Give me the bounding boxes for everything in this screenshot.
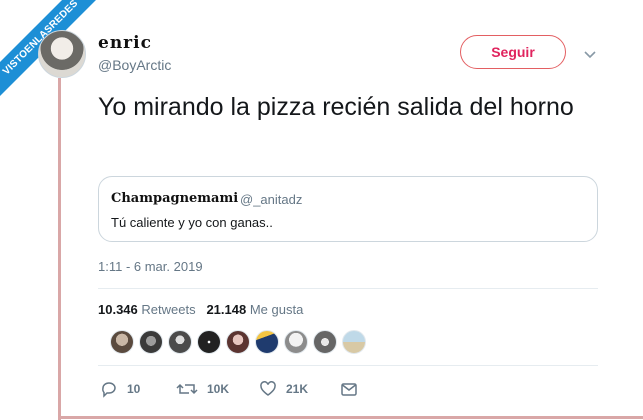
quoted-text: Tú caliente y yo con ganas..	[111, 215, 273, 230]
engagement-stats: 10.346 Retweets 21.148 Me gusta	[98, 302, 303, 317]
author-avatar[interactable]	[38, 30, 86, 78]
author-handle[interactable]: @BoyArctic	[98, 57, 171, 73]
like-action[interactable]: 21K	[259, 380, 308, 398]
follow-button[interactable]: Seguir	[460, 35, 566, 69]
quoted-display-name: Champagnemami	[111, 191, 239, 206]
retweet-count: 10K	[207, 382, 230, 396]
message-action[interactable]	[340, 380, 358, 398]
liker-avatar[interactable]	[284, 330, 308, 354]
divider	[98, 288, 598, 289]
likes-count[interactable]: 21.148	[206, 302, 246, 317]
heart-icon	[260, 381, 276, 396]
retweet-action[interactable]: 10K	[176, 380, 229, 398]
frame-left-rule	[58, 78, 61, 420]
divider	[98, 365, 598, 366]
reply-icon	[102, 382, 116, 398]
retweets-label[interactable]: Retweets	[141, 302, 195, 317]
follow-button-label: Seguir	[491, 44, 535, 60]
liker-avatar[interactable]	[342, 330, 366, 354]
liker-avatar[interactable]	[226, 330, 250, 354]
liker-avatar[interactable]	[168, 330, 192, 354]
liker-avatar[interactable]	[110, 330, 134, 354]
retweet-icon	[176, 383, 198, 395]
liker-avatar[interactable]	[197, 330, 221, 354]
author-display-name[interactable]: enric	[98, 33, 152, 53]
like-count: 21K	[286, 382, 309, 396]
tweet-text: Yo mirando la pizza recién salida del ho…	[98, 93, 574, 121]
quoted-handle: @_anitadz	[240, 192, 303, 207]
liker-avatar[interactable]	[139, 330, 163, 354]
liker-avatar[interactable]	[255, 330, 279, 354]
reply-action[interactable]: 10	[100, 380, 140, 398]
reply-count: 10	[127, 382, 141, 396]
retweets-count[interactable]: 10.346	[98, 302, 138, 317]
quoted-tweet[interactable]: Champagnemami @_anitadz Tú caliente y yo…	[98, 176, 598, 242]
liker-avatar[interactable]	[313, 330, 337, 354]
likes-label[interactable]: Me gusta	[250, 302, 303, 317]
chevron-down-icon[interactable]	[580, 44, 600, 64]
message-icon	[341, 383, 357, 396]
frame-bottom-rule	[58, 416, 643, 419]
tweet-timestamp[interactable]: 1:11 - 6 mar. 2019	[98, 259, 203, 274]
